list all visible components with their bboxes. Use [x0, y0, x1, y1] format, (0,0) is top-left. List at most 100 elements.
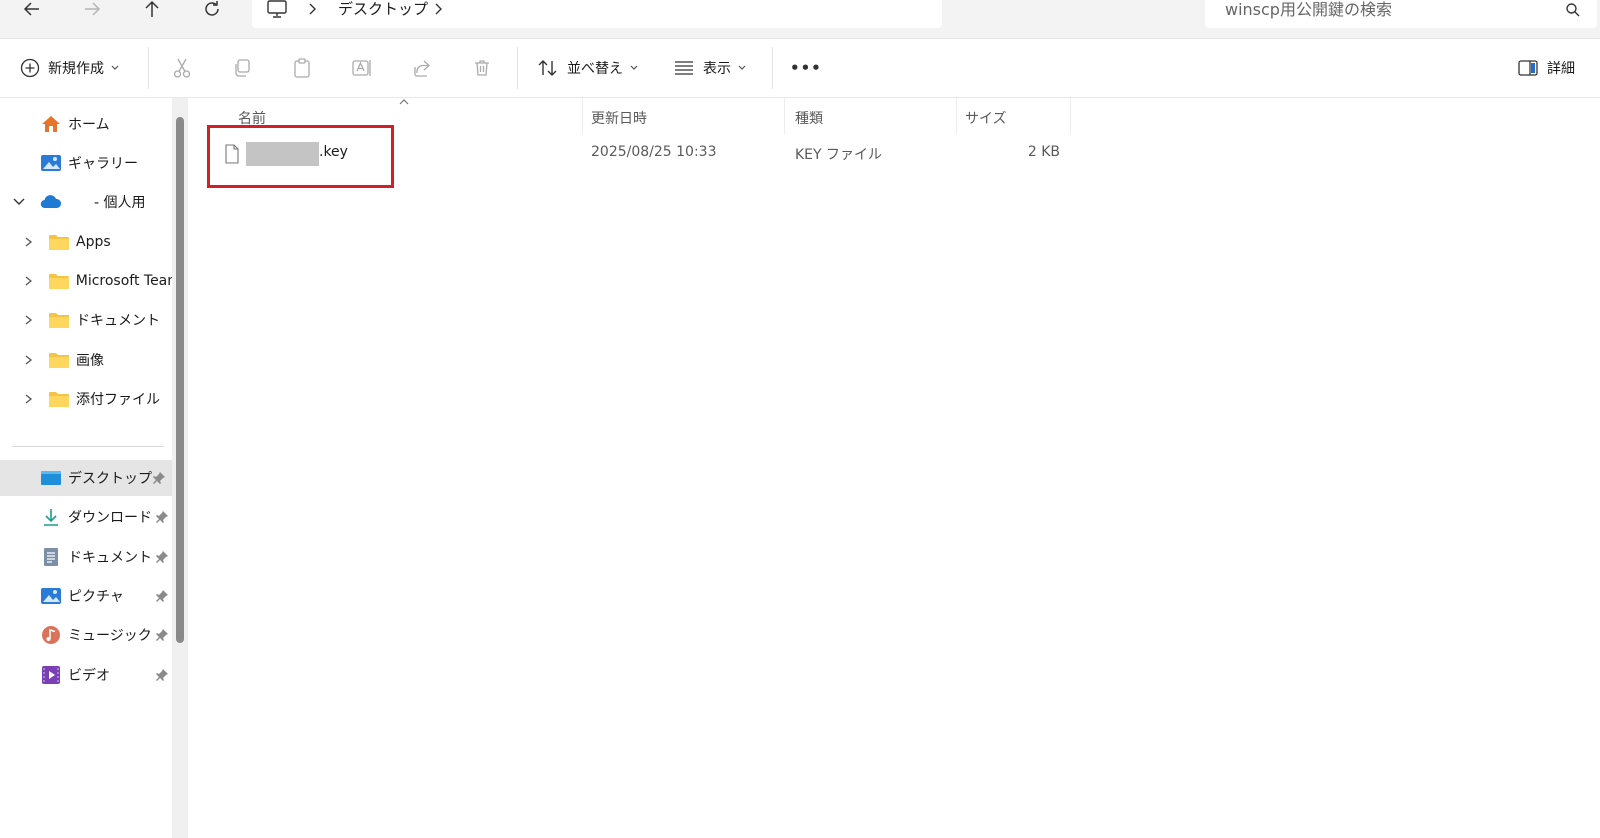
- sidebar-item-label: ダウンロード: [68, 510, 152, 526]
- forward-button[interactable]: [72, 0, 112, 21]
- breadcrumb[interactable]: デスクトップ: [252, 0, 942, 28]
- search-box[interactable]: winscp用公開鍵の検索: [1205, 0, 1597, 28]
- sidebar-item-label: ビデオ: [68, 668, 110, 684]
- refresh-icon: [205, 1, 219, 16]
- sidebar-item-home[interactable]: ホーム: [0, 106, 175, 142]
- sidebar-item-music[interactable]: ミュージック: [0, 617, 175, 653]
- pin-icon: [156, 590, 168, 602]
- folder-icon: [49, 392, 69, 407]
- share-icon: [414, 60, 430, 77]
- chevron-right-icon: [25, 237, 33, 247]
- search-input[interactable]: winscp用公開鍵の検索: [1225, 0, 1392, 22]
- sidebar-item-gallery[interactable]: ギャラリー: [0, 145, 175, 181]
- trash-icon: [475, 60, 489, 76]
- chevron-right-icon: [25, 355, 33, 365]
- more-options-button[interactable]: •••: [790, 51, 822, 85]
- clipboard-icon: [294, 58, 310, 78]
- documents-icon: [44, 548, 58, 566]
- pin-icon: [153, 472, 165, 484]
- highlight-box: [207, 125, 394, 188]
- search-icon[interactable]: [1565, 2, 1581, 18]
- sidebar-item-label: - 個人用: [94, 195, 146, 211]
- column-header-type[interactable]: 種類: [795, 106, 955, 132]
- music-icon: [42, 626, 60, 644]
- column-header-size[interactable]: サイズ: [965, 106, 1065, 132]
- sidebar-item-pictures[interactable]: ピクチャ: [0, 578, 175, 614]
- sidebar-item-apps[interactable]: Apps: [0, 224, 175, 260]
- navigation-pane: ホーム ギャラリー - 個人用 Apps Microsoft Team ドキュメ…: [0, 98, 175, 838]
- file-type: KEY ファイル: [795, 147, 883, 163]
- forward-arrow-icon: [85, 2, 101, 16]
- sidebar-scrollbar[interactable]: [176, 117, 184, 643]
- sidebar-item-desktop[interactable]: デスクトップ: [0, 460, 172, 496]
- sidebar-item-label: ホーム: [68, 117, 110, 133]
- sidebar-item-label: ピクチャ: [68, 589, 124, 605]
- column-separator[interactable]: [784, 98, 785, 134]
- sidebar-item-label: ドキュメント: [76, 313, 160, 329]
- share-button[interactable]: [404, 51, 440, 85]
- view-lines-icon: [675, 61, 693, 75]
- breadcrumb-chevron-icon[interactable]: [432, 1, 444, 17]
- download-icon: [44, 509, 58, 526]
- folder-icon: [49, 353, 69, 368]
- chevron-down-icon: [111, 65, 119, 70]
- plus-circle-icon: [20, 58, 40, 78]
- chevron-right-icon: [25, 315, 33, 325]
- sidebar-item-downloads[interactable]: ダウンロード: [0, 499, 175, 535]
- column-separator[interactable]: [956, 98, 957, 134]
- column-separator[interactable]: [582, 98, 583, 134]
- refresh-button[interactable]: [192, 0, 232, 21]
- details-pane-button[interactable]: 詳細: [1517, 51, 1575, 85]
- pin-icon: [156, 669, 168, 681]
- sidebar-item-label: デスクトップ: [68, 471, 152, 487]
- view-button[interactable]: 表示: [673, 51, 747, 85]
- new-button[interactable]: 新規作成: [20, 51, 120, 85]
- column-separator[interactable]: [1070, 98, 1071, 134]
- breadcrumb-chevron-icon[interactable]: [306, 1, 318, 17]
- pictures-icon: [41, 588, 61, 604]
- folder-icon: [48, 274, 69, 289]
- more-dots-icon: •••: [790, 59, 822, 77]
- sort-label: 並べ替え: [567, 61, 623, 77]
- home-icon: [42, 116, 60, 132]
- folder-icon: [49, 235, 69, 250]
- new-label: 新規作成: [48, 61, 104, 77]
- chevron-down-icon: [738, 65, 746, 70]
- back-button[interactable]: [12, 0, 52, 21]
- sidebar-item-label: 画像: [76, 353, 104, 369]
- sidebar-item-label: Apps: [76, 234, 111, 250]
- gallery-icon: [41, 155, 61, 171]
- sort-up-caret-icon: [399, 99, 409, 105]
- chevron-right-icon: [25, 394, 33, 404]
- sidebar-item-videos[interactable]: ビデオ: [0, 657, 175, 693]
- column-header-modified[interactable]: 更新日時: [591, 106, 781, 132]
- sidebar-item-attachments[interactable]: 添付ファイル: [0, 381, 175, 417]
- cut-button[interactable]: [164, 51, 200, 85]
- sort-button[interactable]: 並べ替え: [537, 51, 639, 85]
- paste-button[interactable]: [284, 51, 320, 85]
- rename-button[interactable]: [344, 51, 380, 85]
- file-modified: 2025/08/25 10:33: [591, 144, 717, 160]
- rename-icon: [352, 60, 371, 76]
- file-list: 名前 更新日時 種類 サイズ .key 2025/08/25 10:33 KEY…: [194, 98, 1600, 838]
- chevron-down-icon: [13, 198, 25, 205]
- back-arrow-icon: [23, 2, 39, 16]
- toolbar-divider: [772, 47, 773, 89]
- chevron-down-icon: [630, 65, 638, 70]
- command-bar: 新規作成 並べ替え 表示 ••• 詳細: [0, 39, 1600, 98]
- up-button[interactable]: [132, 0, 172, 21]
- sidebar-divider: [12, 446, 164, 447]
- sidebar-item-label: ミュージック: [68, 628, 152, 644]
- sidebar-item-images[interactable]: 画像: [0, 342, 175, 378]
- sidebar-item-microsoft-teams[interactable]: Microsoft Team: [0, 263, 175, 299]
- sidebar-item-documents-folder[interactable]: ドキュメント: [0, 302, 175, 338]
- folder-icon: [49, 313, 69, 328]
- details-pane-icon: [1518, 60, 1538, 76]
- sidebar-item-documents[interactable]: ドキュメント: [0, 539, 175, 575]
- copy-button[interactable]: [224, 51, 260, 85]
- sidebar-item-onedrive[interactable]: - 個人用: [0, 184, 175, 220]
- breadcrumb-item-desktop[interactable]: デスクトップ: [338, 0, 428, 19]
- this-pc-monitor-icon[interactable]: [266, 0, 288, 20]
- view-label: 表示: [703, 61, 731, 77]
- delete-button[interactable]: [464, 51, 500, 85]
